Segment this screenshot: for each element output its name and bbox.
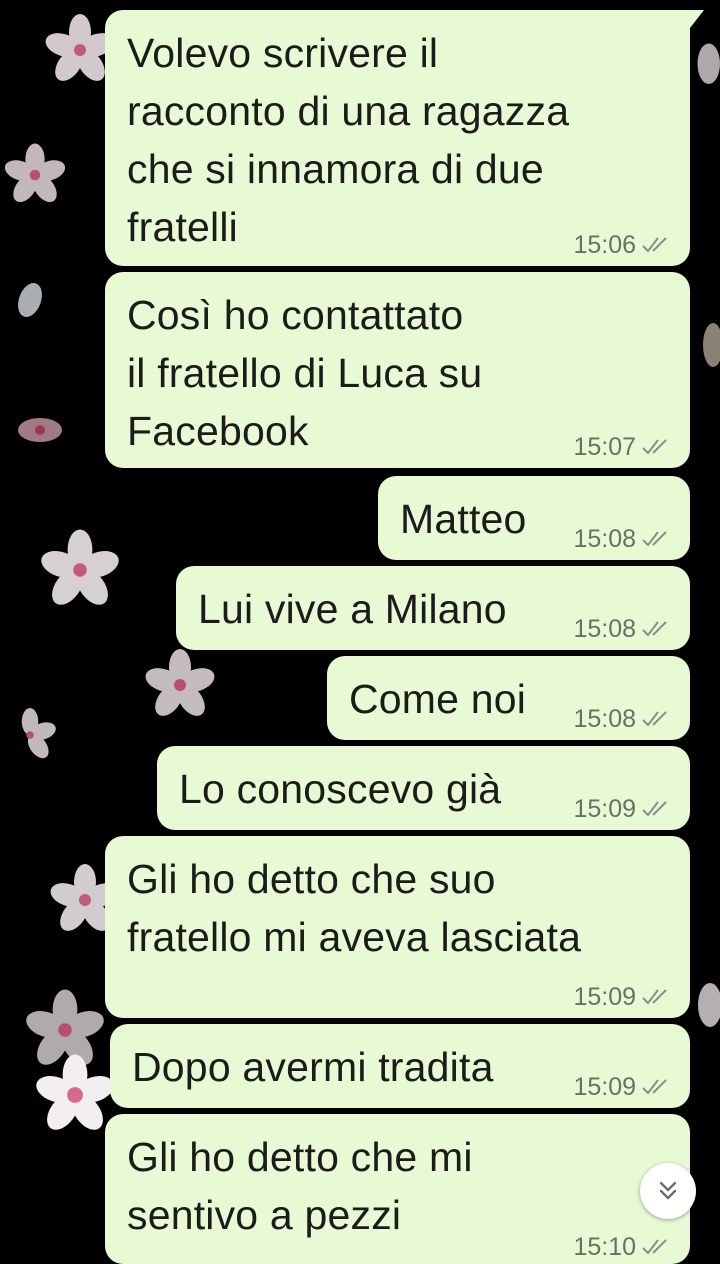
message-text: Lui vive a Milano (198, 580, 507, 638)
message-bubble[interactable]: Così ho contattato il fratello di Luca s… (105, 272, 690, 468)
message-text: Dopo avermi tradita (132, 1038, 494, 1096)
message-time: 15:10 (573, 1232, 636, 1262)
read-ticks-icon (642, 709, 672, 729)
read-ticks-icon (642, 619, 672, 639)
message-time: 15:08 (573, 704, 636, 734)
message-bubble[interactable]: Volevo scrivere il racconto di una ragaz… (105, 10, 690, 266)
double-chevron-down-icon (655, 1178, 681, 1204)
message-bubble[interactable]: Gli ho detto che mi sentivo a pezzi 15:1… (105, 1114, 690, 1264)
message-time: 15:09 (573, 982, 636, 1012)
message-meta: 15:08 (573, 614, 672, 644)
message-time: 15:07 (573, 432, 636, 462)
read-ticks-icon (642, 529, 672, 549)
read-ticks-icon (642, 987, 672, 1007)
message-time: 15:09 (573, 1072, 636, 1102)
message-meta: 15:10 (573, 1232, 672, 1262)
message-list[interactable]: Volevo scrivere il racconto di una ragaz… (0, 0, 720, 1248)
message-bubble[interactable]: Lo conoscevo già 15:09 (157, 746, 690, 830)
message-time: 15:06 (573, 230, 636, 260)
message-bubble[interactable]: Lui vive a Milano 15:08 (176, 566, 690, 650)
message-bubble[interactable]: Gli ho detto che suo fratello mi aveva l… (105, 836, 690, 1018)
message-time: 15:08 (573, 614, 636, 644)
message-time: 15:09 (573, 794, 636, 824)
message-meta: 15:09 (573, 794, 672, 824)
message-meta: 15:08 (573, 524, 672, 554)
message-bubble[interactable]: Dopo avermi tradita 15:09 (110, 1024, 690, 1108)
scroll-to-bottom-button[interactable] (640, 1163, 696, 1219)
message-text: Gli ho detto che suo fratello mi aveva l… (127, 850, 668, 966)
message-text: Volevo scrivere il racconto di una ragaz… (127, 24, 668, 256)
read-ticks-icon (642, 437, 672, 457)
message-meta: 15:09 (573, 982, 672, 1012)
read-ticks-icon (642, 235, 672, 255)
message-text: Matteo (400, 490, 527, 548)
bubble-tail (690, 10, 704, 28)
message-text: Lo conoscevo già (179, 760, 501, 818)
read-ticks-icon (642, 1237, 672, 1257)
read-ticks-icon (642, 799, 672, 819)
message-bubble[interactable]: Come noi 15:08 (327, 656, 690, 740)
message-meta: 15:08 (573, 704, 672, 734)
message-text: Gli ho detto che mi sentivo a pezzi (127, 1128, 668, 1244)
message-bubble[interactable]: Matteo 15:08 (378, 476, 690, 560)
message-time: 15:08 (573, 524, 636, 554)
message-meta: 15:07 (573, 432, 672, 462)
message-meta: 15:09 (573, 1072, 672, 1102)
message-text: Come noi (349, 670, 526, 728)
message-meta: 15:06 (573, 230, 672, 260)
read-ticks-icon (642, 1077, 672, 1097)
